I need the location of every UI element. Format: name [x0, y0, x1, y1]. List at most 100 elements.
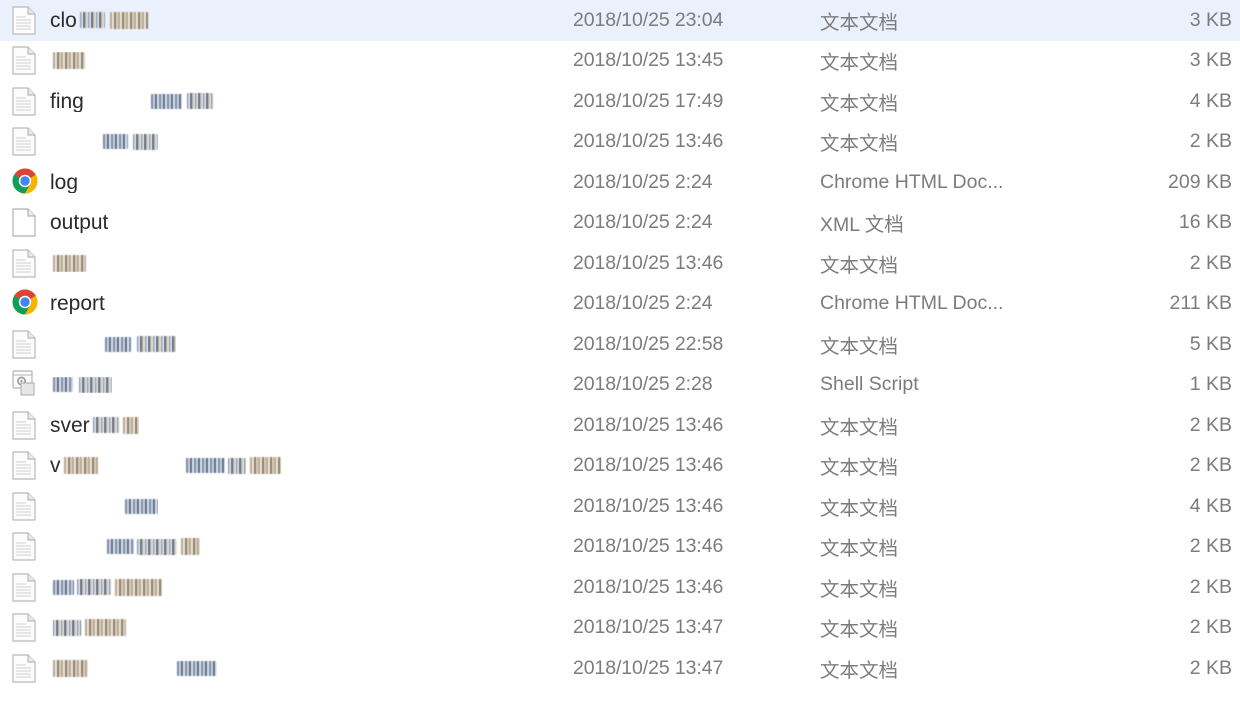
file-row[interactable]: log 2018/10/25 2:24 Chrome HTML Doc... 209 … [0, 162, 1240, 203]
file-list-details-view[interactable]: clo 2018/10/25 23:04 文本文档 3 KB 2018/10/25 1… [0, 0, 1240, 706]
text-file-icon [12, 532, 36, 561]
file-date-modified: 2018/10/25 2:24 [573, 170, 713, 193]
file-date-modified: 2018/10/25 2:28 [573, 373, 713, 396]
redacted-filename-block [137, 336, 176, 353]
file-name-cell[interactable] [0, 330, 573, 359]
file-row[interactable]: 2018/10/25 13:47 文本文档 2 KB [0, 608, 1240, 649]
file-row[interactable]: report 2018/10/25 2:24 Chrome HTML Doc... 2… [0, 284, 1240, 325]
file-name-cell[interactable] [0, 249, 573, 278]
redacted-filename-block [53, 52, 85, 70]
redacted-filename-block [53, 659, 88, 677]
redacted-filename-block [85, 619, 126, 637]
file-name-cell[interactable] [0, 492, 573, 521]
file-size: 2 KB [1189, 413, 1232, 436]
file-name-cell[interactable] [0, 613, 573, 642]
file-name-cell[interactable] [0, 573, 573, 602]
file-row[interactable]: sver 2018/10/25 13:46 文本文档 2 KB [0, 405, 1240, 446]
redacted-filename-block [79, 12, 105, 29]
file-row[interactable]: 2018/10/25 13:46 文本文档 2 KB [0, 122, 1240, 163]
file-name-label [50, 537, 278, 556]
file-name-cell[interactable] [0, 654, 573, 683]
file-name-cell[interactable]: report [0, 289, 573, 318]
file-date-modified: 2018/10/25 13:45 [573, 49, 724, 72]
file-row[interactable]: 2018/10/25 22:58 文本文档 5 KB [0, 324, 1240, 365]
file-date-modified: 2018/10/25 2:24 [573, 211, 713, 234]
file-name-cell[interactable]: sver [0, 411, 573, 440]
redacted-filename-block [91, 52, 130, 70]
text-file-icon [12, 46, 36, 75]
file-name-cell[interactable]: fing [0, 87, 573, 116]
file-name-cell[interactable] [0, 127, 573, 156]
file-size: 209 KB [1168, 170, 1232, 193]
file-name-cell[interactable] [0, 370, 573, 399]
file-size: 2 KB [1189, 251, 1232, 274]
file-date-modified: 2018/10/25 22:58 [573, 332, 724, 355]
file-row[interactable]: 2018/10/25 2:28 Shell Script 1 KB [0, 365, 1240, 406]
redacted-filename-block [102, 457, 149, 475]
redacted-filename-block [99, 497, 119, 516]
file-date-modified: 2018/10/25 13:46 [573, 251, 724, 274]
file-row[interactable]: 2018/10/25 13:46 文本文档 4 KB [0, 486, 1240, 527]
file-date-modified: 2018/10/25 13:46 [573, 413, 724, 436]
file-size: 211 KB [1169, 292, 1232, 315]
file-name-cell[interactable] [0, 46, 573, 75]
file-size: 3 KB [1189, 49, 1232, 72]
file-row[interactable]: 2018/10/25 13:46 文本文档 2 KB [0, 527, 1240, 568]
file-row[interactable]: 2018/10/25 13:45 文本文档 3 KB [0, 41, 1240, 82]
file-size: 2 KB [1189, 130, 1232, 153]
file-name-cell[interactable] [0, 532, 573, 561]
redacted-filename-block [185, 458, 225, 474]
redacted-filename-block [249, 457, 281, 475]
file-size: 2 KB [1189, 616, 1232, 639]
redacted-filename-block [53, 377, 73, 393]
file-name-cell[interactable]: v [0, 451, 573, 480]
file-type: 文本文档 [820, 619, 899, 642]
file-name-label: clo [50, 10, 237, 31]
file-row[interactable]: 2018/10/25 13:47 文本文档 2 KB [0, 648, 1240, 689]
redacted-filename-block [205, 538, 237, 556]
redacted-filename-block [122, 416, 139, 434]
file-name-cell[interactable]: clo [0, 6, 573, 35]
redacted-filename-block [154, 11, 205, 29]
file-date-modified: 2018/10/25 13:47 [573, 616, 724, 639]
file-size: 16 KB [1178, 211, 1232, 234]
redacted-filename-block [105, 336, 131, 352]
file-row[interactable]: 2018/10/25 13:46 文本文档 2 KB [0, 567, 1240, 608]
file-type: 文本文档 [820, 52, 899, 75]
file-date-modified: 2018/10/25 13:46 [573, 535, 724, 558]
file-type: 文本文档 [820, 416, 899, 439]
redacted-filename-block [147, 659, 174, 678]
text-file-icon [12, 87, 36, 116]
redacted-filename-block [186, 93, 214, 110]
text-file-icon [12, 411, 36, 440]
file-row[interactable]: output 2018/10/25 2:24 XML 文档 16 KB [0, 203, 1240, 244]
redacted-filename-block [53, 254, 86, 272]
file-size: 4 KB [1189, 89, 1232, 112]
chrome-icon [12, 289, 38, 318]
file-size: 2 KB [1189, 454, 1232, 477]
list-bottom-padding [0, 689, 1240, 706]
file-name-label: log [50, 171, 79, 193]
file-row[interactable]: 2018/10/25 13:46 文本文档 2 KB [0, 243, 1240, 284]
redacted-filename-block [177, 660, 217, 676]
redacted-filename-block [53, 497, 94, 515]
file-row[interactable]: clo 2018/10/25 23:04 文本文档 3 KB [0, 0, 1240, 41]
file-date-modified: 2018/10/25 23:04 [573, 8, 724, 31]
redacted-filename-block [53, 619, 81, 636]
redacted-filename-block [53, 335, 100, 354]
redacted-filename-block [92, 417, 120, 434]
file-row[interactable]: v 2018/10/25 13:46 文本文档 2 KB [0, 446, 1240, 487]
redacted-filename-block [77, 579, 111, 596]
file-size: 2 KB [1189, 575, 1232, 598]
file-name-cell[interactable]: log [0, 168, 573, 197]
shell-script-icon [12, 370, 36, 399]
file-type: 文本文档 [820, 497, 899, 520]
redacted-filename-block [150, 93, 182, 109]
redacted-filename-block [89, 254, 133, 272]
file-type: Chrome HTML Doc... [820, 170, 1004, 193]
file-date-modified: 2018/10/25 13:46 [573, 454, 724, 477]
redacted-filename-block [154, 456, 180, 475]
file-row[interactable]: fing 2018/10/25 17:49 文本文档 4 KB [0, 81, 1240, 122]
file-name-cell[interactable]: output [0, 208, 573, 237]
file-date-modified: 2018/10/25 13:46 [573, 130, 724, 153]
